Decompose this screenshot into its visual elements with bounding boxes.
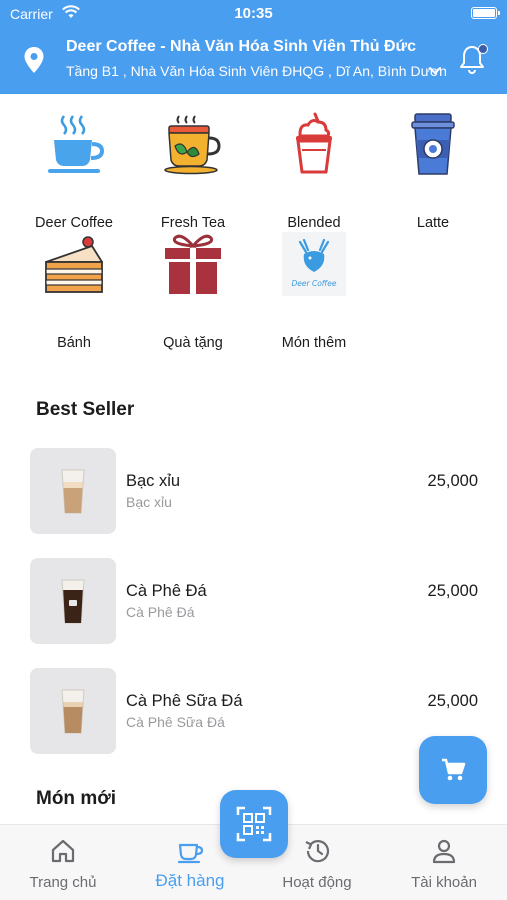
- home-icon: [51, 839, 75, 863]
- store-address[interactable]: Tầng B1 , Nhà Văn Hóa Sinh Viên ĐHQG , D…: [66, 63, 446, 79]
- category-fresh-tea[interactable]: Fresh Tea: [133, 112, 253, 231]
- nav-home[interactable]: Trang chủ: [0, 825, 126, 900]
- drink-cup-image: [61, 469, 85, 514]
- header-bar: Carrier 10:35 Deer Coffee - Nhà Văn Hóa …: [0, 0, 507, 94]
- deer-coffee-logo-icon: Deer Coffee: [282, 232, 346, 296]
- product-row[interactable]: Cà Phê Đá Cà Phê Đá 25,000: [30, 558, 480, 644]
- order-cup-icon: [177, 843, 204, 864]
- nav-label: Hoạt động: [282, 874, 352, 891]
- product-price: 25,000: [427, 582, 478, 600]
- cake-icon: [45, 236, 103, 293]
- category-label: Fresh Tea: [160, 215, 226, 231]
- category-label: Deer Coffee: [35, 215, 113, 231]
- nav-label: Trang chủ: [29, 874, 97, 891]
- nav-label: Tài khoản: [411, 874, 477, 891]
- category-mon-them[interactable]: Deer Coffee Món thêm: [254, 232, 374, 351]
- cart-icon: [442, 758, 466, 781]
- product-subtitle: Bạc xỉu: [126, 494, 172, 510]
- notification-badge: [478, 44, 488, 54]
- category-banh[interactable]: Bánh: [14, 232, 134, 351]
- cart-button[interactable]: [419, 736, 487, 804]
- store-name[interactable]: Deer Coffee - Nhà Văn Hóa Sinh Viên Thủ …: [66, 38, 446, 56]
- new-items-title: Món mới: [36, 788, 116, 809]
- logo-text: Deer Coffee: [292, 279, 337, 288]
- drink-cup-image: [61, 689, 85, 734]
- product-subtitle: Cà Phê Sữa Đá: [126, 714, 225, 730]
- product-row[interactable]: Bạc xỉu Bạc xỉu 25,000: [30, 448, 480, 534]
- product-price: 25,000: [427, 692, 478, 710]
- category-label: Blended: [287, 215, 341, 231]
- category-blended[interactable]: Blended: [254, 112, 374, 231]
- location-pin-icon[interactable]: [24, 47, 44, 73]
- status-bar: Carrier 10:35: [0, 0, 507, 30]
- product-image: [30, 668, 116, 754]
- history-icon: [305, 840, 330, 863]
- product-image: [30, 558, 116, 644]
- product-name: Bạc xỉu: [126, 472, 181, 490]
- product-subtitle: Cà Phê Đá: [126, 604, 195, 620]
- chevron-down-icon[interactable]: [428, 66, 442, 76]
- product-name: Cà Phê Sữa Đá: [126, 692, 243, 710]
- drink-cup-image: [61, 579, 85, 624]
- product-image: [30, 448, 116, 534]
- category-deer-coffee[interactable]: Deer Coffee: [14, 112, 134, 231]
- qr-scan-button[interactable]: [220, 790, 288, 858]
- category-grid: Deer Coffee Fresh Tea Blended Latte Bánh…: [0, 104, 507, 354]
- battery-icon: [471, 7, 500, 19]
- product-row[interactable]: Cà Phê Sữa Đá Cà Phê Sữa Đá 25,000: [30, 668, 480, 754]
- status-time: 10:35: [234, 5, 273, 22]
- category-label: Quà tặng: [163, 335, 223, 351]
- category-label: Latte: [416, 215, 450, 231]
- qr-code-icon: [236, 806, 272, 842]
- category-latte[interactable]: Latte: [373, 112, 493, 231]
- latte-cup-icon: [411, 113, 455, 175]
- coffee-cup-icon: [48, 115, 105, 173]
- category-qua-tang[interactable]: Quà tặng: [133, 232, 253, 351]
- best-seller-title: Best Seller: [36, 399, 135, 420]
- account-icon: [432, 839, 456, 864]
- category-label: Món thêm: [281, 335, 347, 351]
- teapot-icon: [164, 115, 221, 175]
- gift-icon: [165, 234, 221, 294]
- nav-account[interactable]: Tài khoản: [381, 825, 507, 900]
- category-label: Bánh: [57, 335, 91, 351]
- blended-drink-icon: [296, 112, 332, 174]
- product-name: Cà Phê Đá: [126, 582, 207, 600]
- product-price: 25,000: [427, 472, 478, 490]
- nav-label: Đặt hàng: [155, 871, 225, 890]
